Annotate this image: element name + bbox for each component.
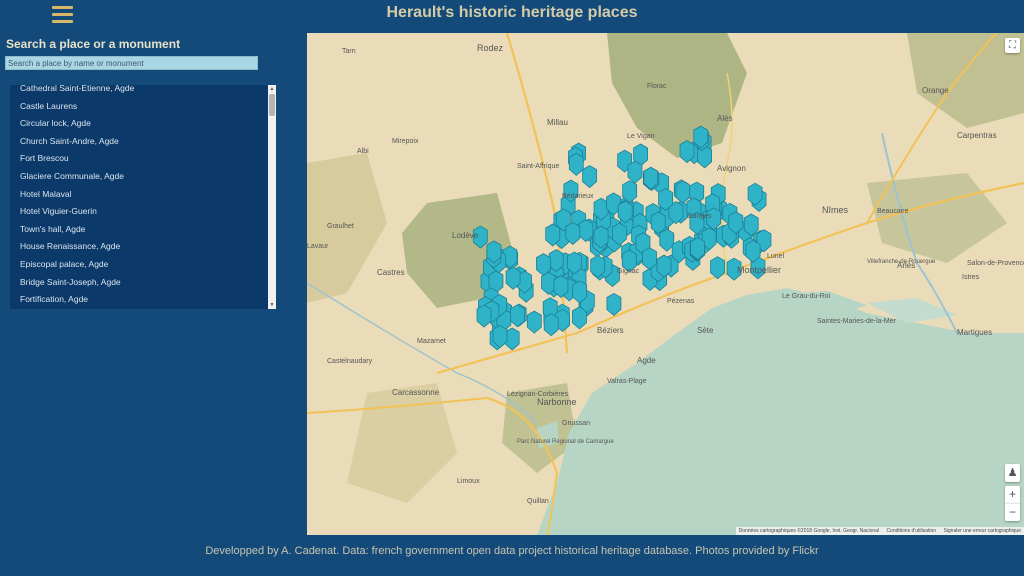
map-label: Lavaur xyxy=(307,243,329,250)
list-item[interactable]: Circular lock, Agde xyxy=(10,115,268,133)
list-item[interactable]: Bridge Saint-Joseph, Agde xyxy=(10,274,268,292)
scroll-thumb[interactable] xyxy=(269,94,275,116)
map-label: Tarn xyxy=(342,48,356,55)
list-item[interactable]: Fortification, Agde xyxy=(10,291,268,309)
map-label: Alès xyxy=(717,114,733,123)
terms-link[interactable]: Conditions d'utilisation xyxy=(886,528,936,534)
map-label: Mirepoix xyxy=(392,138,419,145)
map-label: Nîmes xyxy=(822,205,849,215)
map-label: Gruissan xyxy=(562,420,590,427)
map-label: Castelnaudary xyxy=(327,358,373,365)
list-item[interactable]: House Renaissance, Agde xyxy=(10,238,268,256)
list-scrollbar[interactable]: ▲ ▼ xyxy=(268,85,276,309)
map-label: Béziers xyxy=(597,326,624,335)
map-label: Graulhet xyxy=(327,223,354,230)
scroll-up-arrow-icon[interactable]: ▲ xyxy=(268,85,276,93)
map-attribution: Données cartographiques ©2018 Google, In… xyxy=(735,527,1024,535)
map-label: Martigues xyxy=(957,328,992,337)
map-canvas[interactable]: Rodez Millau Saint-Affrique Lodève Castres Ma… xyxy=(307,33,1024,535)
map-label: Lodève xyxy=(452,231,479,240)
places-list[interactable]: Cathedral Saint-Etienne, Agde Castle Laur… xyxy=(10,85,276,309)
map-label: Orange xyxy=(922,86,949,95)
map-label: Istres xyxy=(962,274,980,281)
map-label: Le Vigan xyxy=(627,133,655,140)
map-label: Rodez xyxy=(477,43,504,53)
map-label: Millau xyxy=(547,118,568,127)
map-label: Villefranche-de-Rouergue xyxy=(867,259,936,265)
map-label: Pézenas xyxy=(667,298,695,305)
map-label: Saint-Affrique xyxy=(517,163,559,170)
map-label: Beaucaire xyxy=(877,208,909,215)
scroll-down-arrow-icon[interactable]: ▼ xyxy=(268,301,276,309)
footer-credits: Developped by A. Cadenat. Data: french g… xyxy=(205,545,819,557)
map[interactable]: Rodez Millau Saint-Affrique Lodève Castres Ma… xyxy=(307,33,1024,535)
map-label: Salon-de-Provence xyxy=(967,260,1024,267)
map-label: Narbonne xyxy=(537,397,577,407)
pegman-icon[interactable]: ♟ xyxy=(1005,464,1020,482)
map-label: Lunel xyxy=(767,253,785,260)
map-label: Avignon xyxy=(717,164,746,173)
map-label: Florac xyxy=(647,83,667,90)
map-data-credit: Données cartographiques ©2018 Google, In… xyxy=(738,528,880,534)
list-item[interactable]: Fort Brescou xyxy=(10,150,268,168)
zoom-out-button[interactable]: − xyxy=(1005,503,1020,521)
search-input[interactable] xyxy=(5,56,258,70)
map-label: Mazamet xyxy=(417,338,446,345)
list-item[interactable]: Cathedral Saint-Etienne, Agde xyxy=(10,85,268,98)
page-title: Herault's historic heritage places xyxy=(386,4,638,21)
map-label: Parc Naturel Régional de Camargue xyxy=(517,439,614,445)
map-label: Bédarieux xyxy=(562,193,594,200)
map-label: Carcassonne xyxy=(392,388,440,397)
list-item[interactable]: Episcopal palace, Agde xyxy=(10,256,268,274)
map-label: Sète xyxy=(697,326,714,335)
fullscreen-icon[interactable]: ⛶ xyxy=(1005,38,1020,53)
map-label: Albi xyxy=(357,148,369,155)
list-item[interactable]: Hotel Malaval xyxy=(10,186,268,204)
map-label: Gignac xyxy=(617,268,640,275)
list-item[interactable]: Church Saint-Andre, Agde xyxy=(10,133,268,151)
map-label: Montpellier xyxy=(737,265,781,275)
list-item[interactable]: Hotel Viguier-Guerin xyxy=(10,203,268,221)
map-label: Valras-Plage xyxy=(607,378,647,385)
map-label: Carpentras xyxy=(957,131,997,140)
list-item[interactable]: Castle Laurens xyxy=(10,98,268,116)
search-label: Search a place or a monument xyxy=(6,37,181,51)
map-label: Saintes-Maries-de-la-Mer xyxy=(817,318,897,325)
map-label: Castres xyxy=(377,268,405,277)
map-label: Ganges xyxy=(687,213,712,220)
map-label: Lézignan-Corbières xyxy=(507,391,569,398)
report-error-link[interactable]: Signaler une erreur cartographique xyxy=(943,528,1021,534)
map-label: Agde xyxy=(637,356,656,365)
list-item[interactable]: Glaciere Communale, Agde xyxy=(10,168,268,186)
list-item[interactable]: Town's hall, Agde xyxy=(10,221,268,239)
map-label: Quillan xyxy=(527,498,549,505)
map-label: Le Grau-du-Roi xyxy=(782,293,831,300)
zoom-in-button[interactable]: + xyxy=(1005,486,1020,503)
map-label: Limoux xyxy=(457,478,480,485)
